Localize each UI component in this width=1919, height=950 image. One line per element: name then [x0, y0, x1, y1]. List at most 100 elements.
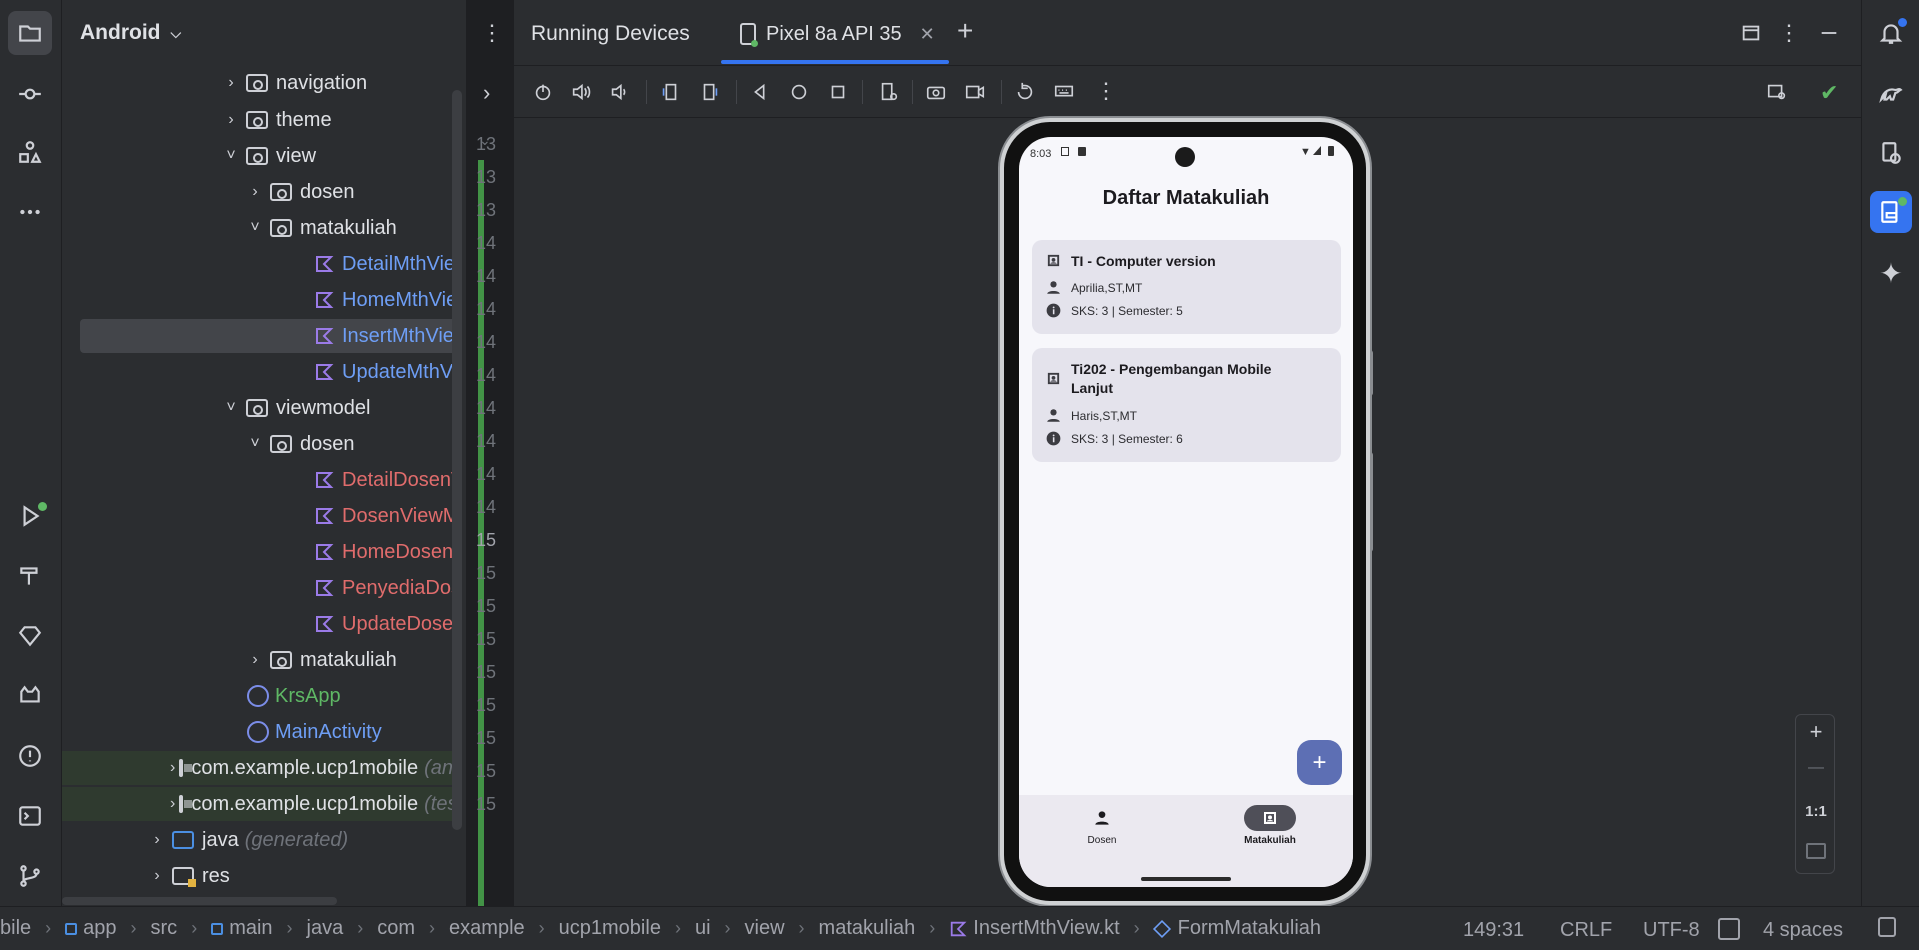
nav-item-dosen[interactable]: Dosen	[1052, 805, 1152, 846]
tree-item[interactable]: UpdateDosenViewModel	[62, 607, 456, 641]
breadcrumb-item[interactable]: ucp1mobile	[559, 917, 661, 940]
git-branch-icon[interactable]	[8, 854, 52, 898]
rotate-left-icon[interactable]	[658, 81, 682, 103]
screen-record-icon[interactable]	[963, 81, 987, 103]
close-tab-icon[interactable]: ✕	[920, 24, 935, 45]
tree-item[interactable]: KrsApp	[62, 679, 456, 713]
chevron-right-icon[interactable]: ›	[220, 111, 242, 129]
comment-icon[interactable]	[1718, 918, 1740, 940]
tree-item[interactable]: ˅ matakuliah	[62, 211, 456, 245]
minimize-icon[interactable]	[1818, 22, 1840, 44]
tree-item[interactable]: › navigation	[62, 66, 456, 100]
chevron-right-icon[interactable]: ›	[170, 795, 175, 813]
device-screen[interactable]: 8:03 ▼ Daftar Matakuliah TI - Computer v…	[1019, 137, 1353, 887]
line-separator[interactable]: CRLF	[1560, 919, 1612, 942]
zoom-in-button[interactable]: +	[1796, 719, 1836, 745]
window-layout-icon[interactable]	[1740, 22, 1762, 44]
chevron-right-icon[interactable]: ›	[244, 651, 266, 669]
indent-setting[interactable]: 4 spaces	[1763, 919, 1843, 942]
gradle-icon[interactable]	[1870, 72, 1912, 114]
breadcrumb-item[interactable]: app	[65, 917, 117, 940]
gesture-home-bar[interactable]	[1141, 877, 1231, 881]
course-card[interactable]: TI - Computer version Aprilia,ST,MT SKS:…	[1032, 240, 1341, 334]
volume-up-icon[interactable]	[569, 81, 593, 103]
tree-item[interactable]: PenyediaDosenViewModel	[62, 571, 456, 605]
tree-item[interactable]: DetailMthView.kt	[62, 247, 456, 281]
rotate-right-icon[interactable]	[698, 81, 722, 103]
chevron-right-icon[interactable]: ›	[170, 759, 175, 777]
tree-item[interactable]: UpdateMthView.kt	[62, 355, 456, 389]
tree-item[interactable]: › java (generated)	[62, 823, 456, 857]
breadcrumb-item[interactable]: java	[307, 917, 344, 940]
chevron-down-icon[interactable]: ˅	[220, 399, 242, 417]
home-icon[interactable]	[787, 81, 811, 103]
breadcrumb-item[interactable]: FormMatakuliah	[1152, 917, 1321, 940]
screenshot-icon[interactable]	[924, 81, 948, 103]
breadcrumb-item[interactable]: InsertMthView.kt	[949, 917, 1120, 940]
tree-item[interactable]: › dosen	[62, 175, 456, 209]
tree-item[interactable]: ˅ viewmodel	[62, 391, 456, 425]
tree-item[interactable]: ›com.example.ucp1mobile(test)	[62, 787, 456, 821]
chevron-down-icon[interactable]: ˅	[220, 147, 242, 165]
overview-icon[interactable]	[826, 81, 850, 103]
chevron-down-icon[interactable]: ˅	[244, 435, 266, 453]
expand-editor-icon[interactable]: ›	[483, 80, 490, 106]
logcat-icon[interactable]	[8, 674, 52, 718]
caret-position[interactable]: 149:31	[1463, 919, 1524, 942]
tree-item[interactable]: › theme	[62, 103, 456, 137]
running-devices-icon[interactable]	[1870, 191, 1912, 233]
breadcrumb-item[interactable]: bile	[0, 917, 31, 940]
file-encoding[interactable]: UTF-8	[1643, 919, 1700, 942]
chevron-right-icon[interactable]: ›	[146, 867, 168, 885]
add-device-tab-icon[interactable]: +	[957, 15, 973, 47]
chevron-down-icon[interactable]: ˅	[244, 219, 266, 237]
zoom-fit-icon[interactable]	[1796, 839, 1836, 865]
panel-options-icon[interactable]: ⋮	[1778, 22, 1800, 44]
volume-down-icon[interactable]	[607, 81, 631, 103]
tree-item[interactable]: › matakuliah	[62, 643, 456, 677]
breadcrumb-item[interactable]: matakuliah	[819, 917, 916, 940]
device-manager-icon[interactable]	[1870, 132, 1912, 174]
build-hammer-icon[interactable]	[8, 554, 52, 598]
terminal-icon[interactable]	[8, 794, 52, 838]
more-actions-icon[interactable]: ⋮	[1095, 78, 1117, 104]
back-icon[interactable]	[748, 81, 772, 103]
tree-item[interactable]: HomeMthView.kt	[62, 283, 456, 317]
tree-item[interactable]: InsertMthView.kt	[80, 319, 456, 353]
chevron-right-icon[interactable]: ›	[244, 183, 266, 201]
commit-icon[interactable]	[8, 72, 52, 116]
breadcrumb-item[interactable]: ui	[695, 917, 711, 940]
nav-item-matakuliah[interactable]: Matakuliah	[1220, 805, 1320, 846]
gem-icon[interactable]	[8, 614, 52, 658]
project-scrollbar[interactable]	[452, 90, 462, 830]
tab-device[interactable]: Pixel 8a API 35 ✕	[740, 18, 935, 50]
device-settings-icon[interactable]	[877, 81, 901, 103]
breadcrumb-item[interactable]: view	[745, 917, 785, 940]
breadcrumb-item[interactable]: src	[151, 917, 178, 940]
snapshot-history-icon[interactable]	[1013, 81, 1037, 103]
tree-item[interactable]: DosenViewModel	[62, 499, 456, 533]
tree-item[interactable]: MainActivity	[62, 715, 456, 749]
tree-item[interactable]: ˅ dosen	[62, 427, 456, 461]
unlock-icon[interactable]	[1878, 917, 1896, 937]
chevron-right-icon[interactable]: ›	[146, 831, 168, 849]
tree-item[interactable]: HomeDosenViewModel	[62, 535, 456, 569]
tree-item[interactable]: ˅ view	[62, 139, 456, 173]
power-icon[interactable]	[531, 81, 555, 103]
course-card[interactable]: Ti202 - Pengembangan Mobile Lanjut Haris…	[1032, 348, 1341, 462]
breadcrumb-item[interactable]: com	[377, 917, 415, 940]
zoom-out-button[interactable]: —	[1796, 759, 1836, 777]
problems-icon[interactable]	[8, 734, 52, 778]
breadcrumb-item[interactable]: example	[449, 917, 525, 940]
run-icon[interactable]	[8, 494, 52, 538]
tree-item[interactable]: ›com.example.ucp1mobile(androidTest)	[62, 751, 456, 785]
structure-icon[interactable]	[8, 130, 52, 174]
chevron-right-icon[interactable]: ›	[220, 74, 242, 92]
editor-options-icon[interactable]: ⋮	[481, 20, 503, 46]
tree-item[interactable]: DetailDosenViewModel	[62, 463, 456, 497]
zoom-screen-icon[interactable]	[1765, 81, 1789, 103]
project-folder-icon[interactable]	[8, 11, 52, 55]
add-course-button[interactable]: +	[1297, 740, 1342, 785]
project-horizontal-scrollbar[interactable]	[62, 897, 337, 905]
gemini-sparkle-icon[interactable]: ✦	[1870, 252, 1912, 294]
